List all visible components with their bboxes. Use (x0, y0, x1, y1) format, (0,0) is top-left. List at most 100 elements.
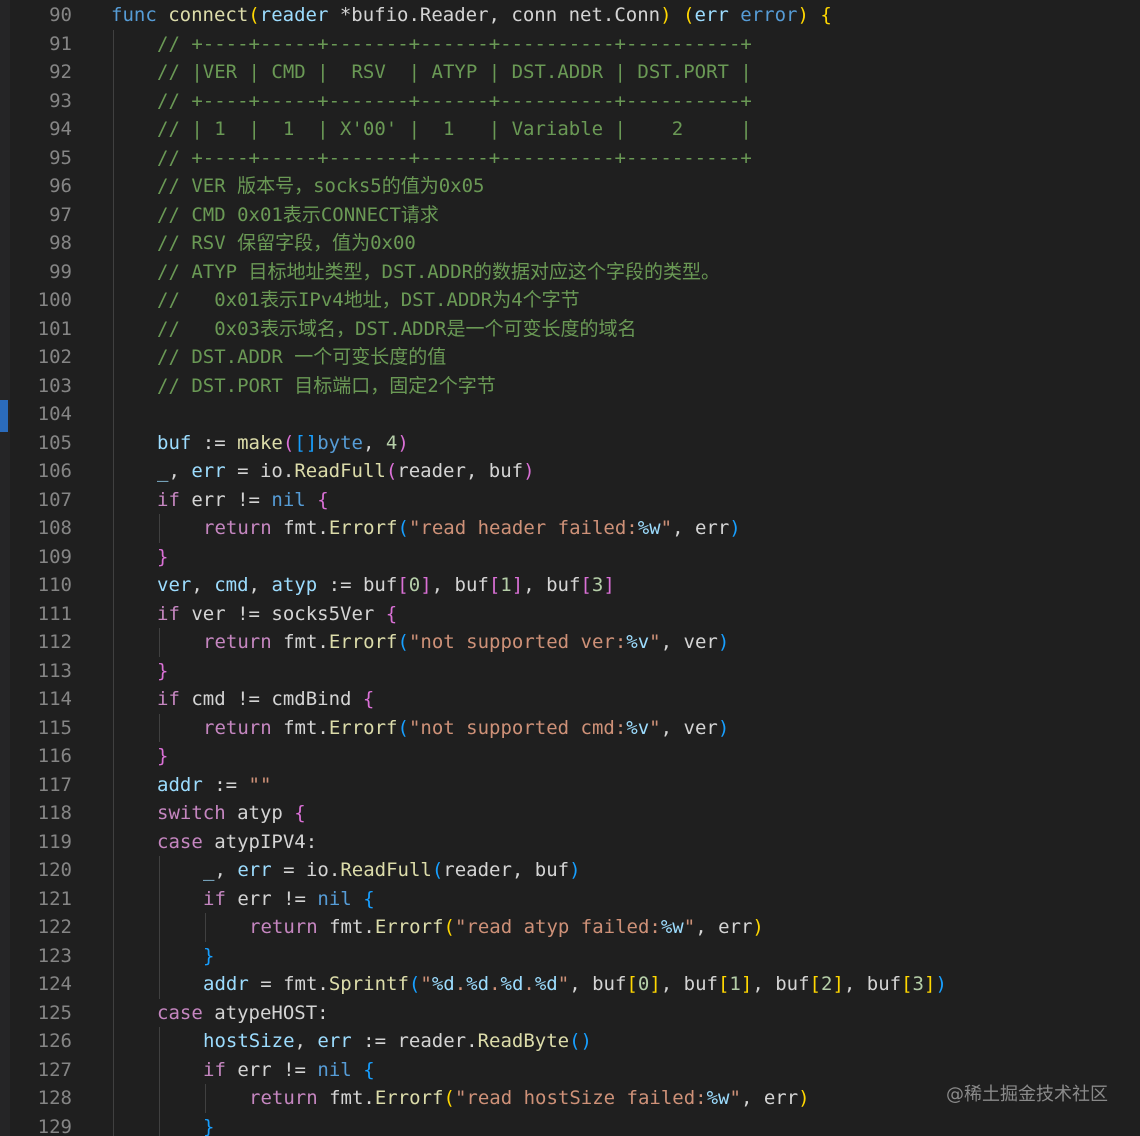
code-text[interactable]: // 0x01表示IPv4地址，DST.ADDR为4个字节 (157, 286, 580, 315)
code-token: if (157, 602, 180, 625)
code-line[interactable]: 91 // +----+-----+-------+------+--------… (0, 29, 1140, 59)
code-text[interactable]: return fmt.Errorf("read hostSize failed:… (249, 1084, 810, 1113)
code-line[interactable]: 108 return fmt.Errorf("read header failed… (0, 514, 1140, 543)
code-text[interactable]: } (203, 1113, 214, 1136)
code-text[interactable]: // DST.ADDR 一个可变长度的值 (157, 343, 446, 372)
code-token: . (523, 973, 535, 995)
code-text[interactable]: // +----+-----+-------+------+----------… (157, 144, 752, 173)
code-line[interactable]: 114 if cmd != cmdBind { (0, 685, 1140, 714)
code-text[interactable]: case atypeHOST: (157, 999, 329, 1028)
code-editor[interactable]: 90 func connect(reader *bufio.Reader, con… (0, 0, 1140, 1136)
code-token: fmt. (317, 916, 375, 938)
code-line[interactable]: 111 if ver != socks5Ver { (0, 599, 1140, 629)
code-token: ( (443, 1087, 455, 1109)
code-token: 1 (729, 973, 741, 995)
code-text[interactable]: // |VER | CMD | RSV | ATYP | DST.ADDR | … (157, 58, 752, 87)
code-text[interactable]: return fmt.Errorf("read header failed:%w… (203, 514, 741, 543)
code-token: { (362, 688, 375, 710)
code-text[interactable]: // ATYP 目标地址类型，DST.ADDR的数据对应这个字段的类型。 (157, 258, 720, 287)
code-line[interactable]: 101 // 0x03表示域名，DST.ADDR是一个可变长度的域名 (0, 314, 1140, 344)
code-text[interactable]: if err != nil { (157, 486, 329, 515)
code-text[interactable]: } (157, 543, 168, 572)
code-line[interactable]: 124 addr = fmt.Sprintf("%d.%d.%d.%d", buf… (0, 970, 1140, 999)
code-token: { (363, 887, 375, 910)
code-line[interactable]: 121 if err != nil { (0, 884, 1140, 914)
code-text[interactable]: buf := make([]byte, 4) (157, 429, 409, 458)
code-text[interactable]: // CMD 0x01表示CONNECT请求 (157, 201, 439, 230)
code-text[interactable]: // RSV 保留字段，值为0x00 (157, 229, 416, 258)
code-text[interactable]: // | 1 | 1 | X'00' | 1 | Variable | 2 | (157, 115, 752, 144)
code-text[interactable]: // +----+-----+-------+------+----------… (157, 30, 752, 59)
code-text[interactable]: _, err = io.ReadFull(reader, buf) (157, 457, 535, 486)
code-text[interactable]: // DST.PORT 目标端口，固定2个字节 (157, 372, 496, 401)
code-line[interactable]: 105 buf := make([]byte, 4) (0, 428, 1140, 458)
code-line[interactable]: 126 hostSize, err := reader.ReadByte() (0, 1027, 1140, 1056)
code-line[interactable]: 113} (0, 656, 1140, 686)
code-line[interactable]: 93 // +----+-----+-------+------+--------… (0, 86, 1140, 116)
code-text[interactable]: } (157, 657, 168, 686)
code-line[interactable]: 92 // |VER | CMD | RSV | ATYP | DST.ADDR … (0, 58, 1140, 87)
code-line[interactable]: 122 return fmt.Errorf("read atyp failed:%… (0, 913, 1140, 942)
code-line[interactable]: 102 // DST.ADDR 一个可变长度的值 (0, 343, 1140, 372)
code-line[interactable]: 106 _, err = io.ReadFull(reader, buf) (0, 457, 1140, 486)
code-text[interactable]: // 0x03表示域名，DST.ADDR是一个可变长度的域名 (157, 315, 636, 344)
code-line[interactable]: 117 addr := "" (0, 770, 1140, 800)
code-line[interactable]: 97 // CMD 0x01表示CONNECT请求 (0, 200, 1140, 230)
code-text[interactable]: return fmt.Errorf("not supported cmd:%v"… (203, 714, 729, 743)
code-token: ] (740, 973, 753, 995)
code-line[interactable]: 98 // RSV 保留字段，值为0x00 (0, 229, 1140, 258)
code-text[interactable]: hostSize, err := reader.ReadByte() (203, 1027, 592, 1056)
code-token: [ (397, 574, 409, 596)
code-token: 0 (637, 973, 650, 995)
code-text[interactable]: // +----+-----+-------+------+----------… (157, 87, 752, 116)
code-token: ver (157, 574, 192, 596)
code-line[interactable]: 96 // VER 版本号，socks5的值为0x05 (0, 172, 1140, 201)
code-line[interactable]: 115 return fmt.Errorf("not supported cmd:… (0, 713, 1140, 743)
indent-guide (113, 913, 114, 942)
code-text[interactable]: if cmd != cmdBind { (157, 685, 374, 714)
code-text[interactable]: } (203, 942, 214, 971)
code-text[interactable]: addr := "" (157, 771, 271, 800)
code-text[interactable]: _, err = io.ReadFull(reader, buf) (203, 856, 581, 885)
code-text[interactable]: ver, cmd, atyp := buf[0], buf[1], buf[3] (157, 571, 615, 600)
code-line[interactable]: 120 _, err = io.ReadFull(reader, buf) (0, 856, 1140, 885)
code-line[interactable]: 112 return fmt.Errorf("not supported ver:… (0, 628, 1140, 657)
code-line[interactable]: 109} (0, 542, 1140, 572)
code-line[interactable]: 94 // | 1 | 1 | X'00' | 1 | Variable | 2 … (0, 115, 1140, 144)
code-token: ( (248, 4, 260, 26)
code-line[interactable]: 99 // ATYP 目标地址类型，DST.ADDR的数据对应这个字段的类型。 (0, 257, 1140, 287)
indent-guide (159, 856, 160, 885)
code-text[interactable]: if err != nil { (203, 885, 375, 914)
code-line[interactable]: 125 case atypeHOST: (0, 998, 1140, 1028)
code-text[interactable]: func connect(reader *bufio.Reader, conn … (111, 1, 832, 30)
code-line[interactable]: 123} (0, 941, 1140, 971)
code-token: atyp (271, 574, 318, 596)
code-line[interactable]: 90 func connect(reader *bufio.Reader, con… (0, 1, 1140, 30)
code-text[interactable]: if err != nil { (203, 1056, 375, 1085)
code-text[interactable]: } (157, 742, 168, 771)
code-line[interactable]: 118 switch atyp { (0, 799, 1140, 828)
code-line[interactable]: 119 case atypIPV4: (0, 827, 1140, 857)
code-text[interactable]: addr = fmt.Sprintf("%d.%d.%d.%d", buf[0]… (203, 970, 947, 999)
code-line[interactable]: 107 if err != nil { (0, 485, 1140, 515)
line-number: 126 (37, 1030, 72, 1052)
code-line[interactable]: 100 // 0x01表示IPv4地址，DST.ADDR为4个字节 (0, 286, 1140, 315)
code-text[interactable]: if ver != socks5Ver { (157, 600, 397, 629)
code-token: _ (157, 460, 169, 482)
code-line[interactable]: 110 ver, cmd, atyp := buf[0], buf[1], buf… (0, 571, 1140, 600)
code-text[interactable]: return fmt.Errorf("not supported ver:%v"… (203, 628, 729, 657)
indent-guide (113, 628, 114, 657)
code-lines[interactable]: 90 func connect(reader *bufio.Reader, con… (0, 1, 1140, 1136)
code-text[interactable]: return fmt.Errorf("read atyp failed:%w",… (249, 913, 764, 942)
code-text[interactable]: // VER 版本号，socks5的值为0x05 (157, 172, 484, 201)
code-line[interactable]: 104 (0, 400, 1140, 429)
code-text[interactable]: case atypIPV4: (157, 828, 317, 857)
code-token: ] (832, 973, 844, 995)
line-number: 120 (37, 859, 72, 881)
code-text[interactable]: switch atyp { (157, 799, 306, 828)
code-line[interactable]: 116} (0, 742, 1140, 771)
code-line[interactable]: 95 // +----+-----+-------+------+--------… (0, 143, 1140, 173)
code-line[interactable]: 103 // DST.PORT 目标端口，固定2个字节 (0, 371, 1140, 401)
code-line[interactable]: 129} (0, 1112, 1140, 1136)
